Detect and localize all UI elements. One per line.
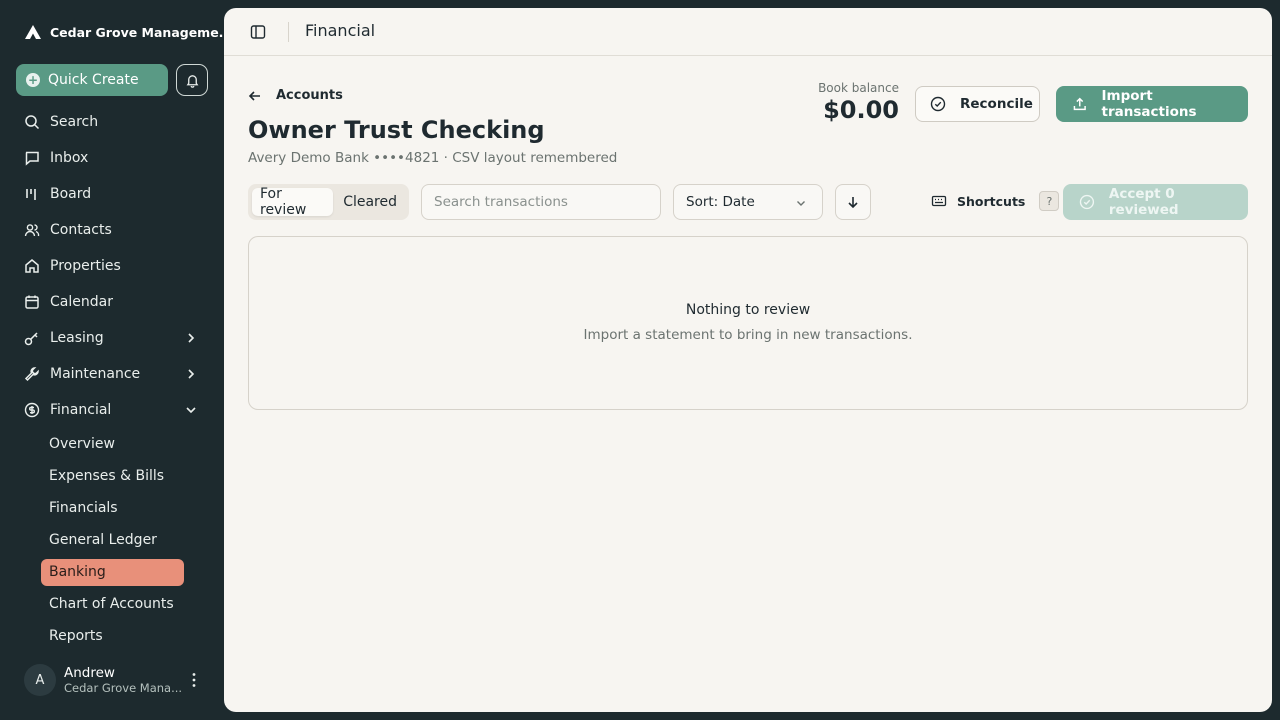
chevron-down-icon xyxy=(186,407,196,414)
avatar: A xyxy=(24,664,56,696)
accept-label: Accept 0 reviewed xyxy=(1108,186,1179,218)
user-info: Andrew Cedar Grove Mana... xyxy=(64,665,182,695)
logo-icon xyxy=(25,25,41,39)
topbar: Financial xyxy=(224,8,1272,56)
keyboard-icon xyxy=(931,195,947,207)
brand-name: Cedar Grove Manageme... xyxy=(50,24,233,40)
sort-label: Sort: Date xyxy=(686,194,755,210)
sidebar-item-board[interactable]: Board xyxy=(0,176,224,212)
sidebar-item-label: Inbox xyxy=(50,150,89,166)
search-icon xyxy=(25,115,40,130)
reconcile-label: Reconcile xyxy=(960,96,1033,112)
account-subtitle: Avery Demo Bank ••••4821 · CSV layout re… xyxy=(248,150,618,166)
sidebar-item-properties[interactable]: Properties xyxy=(0,248,224,284)
sidebar-item-label: Maintenance xyxy=(50,366,141,382)
accept-reviewed-button[interactable]: Accept 0 reviewed xyxy=(1063,184,1248,220)
arrow-left-icon xyxy=(248,90,260,101)
brand[interactable]: Cedar Grove Manageme... xyxy=(24,22,233,42)
import-transactions-button[interactable]: Import transactions xyxy=(1056,86,1248,122)
sidebar-item-search[interactable]: Search xyxy=(0,104,224,140)
sidebar-item-contacts[interactable]: Contacts xyxy=(0,212,224,248)
sidebar-item-label: Contacts xyxy=(50,222,112,238)
board-icon xyxy=(26,189,36,200)
notifications-button[interactable] xyxy=(176,64,208,96)
sidebar-item-label: Calendar xyxy=(50,294,113,310)
sidebar-item-label: Properties xyxy=(50,258,121,274)
sidebar-subitem-financials[interactable]: Financials xyxy=(0,492,224,524)
sidebar-item-maintenance[interactable]: Maintenance xyxy=(0,356,224,392)
shortcuts-label: Shortcuts xyxy=(957,193,1026,209)
chevron-right-icon xyxy=(188,369,195,379)
arrow-down-icon xyxy=(848,197,858,209)
page-title: Financial xyxy=(305,21,376,40)
sidebar-subitem-banking[interactable]: Banking xyxy=(41,558,184,586)
more-vertical-icon[interactable] xyxy=(192,672,196,688)
back-link-label: Accounts xyxy=(276,88,343,103)
empty-state: Nothing to review Import a statement to … xyxy=(248,236,1248,410)
chevron-right-icon xyxy=(188,333,195,343)
users-icon xyxy=(24,224,40,237)
divider xyxy=(288,22,289,42)
home-icon xyxy=(25,259,39,273)
user-menu[interactable]: A Andrew Cedar Grove Mana... xyxy=(24,664,208,696)
book-balance-label: Book balance xyxy=(818,81,899,95)
reconcile-button[interactable]: Reconcile xyxy=(915,86,1040,122)
sort-direction-button[interactable] xyxy=(835,184,871,220)
sidebar-subitem-reports[interactable]: Reports xyxy=(0,620,224,652)
shortcuts-button[interactable]: Shortcuts ? xyxy=(931,191,1060,211)
sidebar-item-financial[interactable]: Financial xyxy=(0,392,224,428)
check-circle-icon xyxy=(930,96,946,112)
quick-create-label: Quick Create xyxy=(48,72,139,88)
user-name: Andrew xyxy=(64,665,115,681)
quick-create-button[interactable]: + Quick Create xyxy=(16,64,168,96)
sidebar-subitem-chart-of-accounts[interactable]: Chart of Accounts xyxy=(0,588,224,620)
sidebar-subitem-expenses-bills[interactable]: Expenses & Bills xyxy=(0,460,224,492)
chat-icon xyxy=(25,151,39,166)
back-to-accounts-link[interactable]: Accounts xyxy=(248,88,343,103)
tab-for-review[interactable]: For review xyxy=(252,186,334,218)
import-label: Import transactions xyxy=(1101,88,1197,120)
upload-icon xyxy=(1073,97,1086,111)
chevron-down-icon xyxy=(797,201,805,206)
bell-icon xyxy=(186,74,198,88)
dollar-icon xyxy=(24,402,40,418)
sidebar-item-label: Search xyxy=(50,114,99,130)
book-balance-value: $0.00 xyxy=(823,96,899,124)
key-icon xyxy=(24,332,38,346)
tab-cleared[interactable]: Cleared xyxy=(335,188,405,216)
shortcut-key-badge: ? xyxy=(1039,191,1060,211)
search-transactions-input[interactable] xyxy=(421,184,661,220)
sidebar-item-calendar[interactable]: Calendar xyxy=(0,284,224,320)
wrench-icon xyxy=(24,367,39,382)
sidebar-nav: Search Inbox Board Contacts Properties C… xyxy=(0,104,224,652)
plus-icon: + xyxy=(26,73,40,87)
review-status-tabs: For review Cleared xyxy=(248,184,409,220)
sort-select[interactable]: Sort: Date xyxy=(673,184,823,220)
check-circle-icon xyxy=(1079,194,1095,210)
main-panel: Financial Accounts Owner Trust Checking … xyxy=(224,8,1272,712)
user-org: Cedar Grove Mana... xyxy=(64,681,183,695)
sidebar-subitem-general-ledger[interactable]: General Ledger xyxy=(0,524,224,556)
sidebar-subitem-overview[interactable]: Overview xyxy=(0,428,224,460)
sidebar-item-leasing[interactable]: Leasing xyxy=(0,320,224,356)
account-title: Owner Trust Checking xyxy=(248,116,545,144)
sidebar: Cedar Grove Manageme... + Quick Create S… xyxy=(0,0,233,720)
empty-state-heading: Nothing to review xyxy=(685,302,811,318)
sidebar-item-label: Financial xyxy=(50,402,112,418)
empty-state-text: Import a statement to bring in new trans… xyxy=(583,327,913,343)
sidebar-item-label: Board xyxy=(50,186,92,202)
sidebar-toggle-icon[interactable] xyxy=(250,24,266,40)
sidebar-item-label: Leasing xyxy=(50,330,104,346)
sidebar-item-inbox[interactable]: Inbox xyxy=(0,140,224,176)
calendar-icon xyxy=(25,295,39,309)
